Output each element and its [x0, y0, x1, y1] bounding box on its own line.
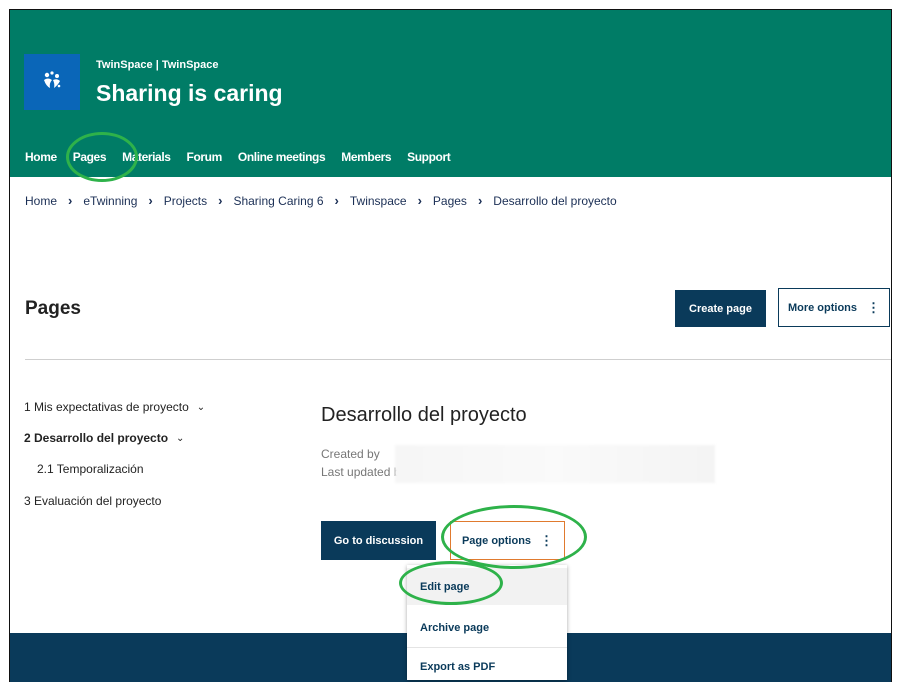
etwinning-logo-icon	[44, 71, 61, 88]
create-page-button[interactable]: Create page	[675, 290, 766, 327]
go-to-discussion-button[interactable]: Go to discussion	[321, 521, 436, 560]
tree-item-label: 2.1 Temporalización	[37, 462, 144, 476]
chevron-right-icon: ›	[477, 193, 483, 208]
edit-page-menu-item[interactable]: Edit page	[407, 568, 567, 605]
etwinning-logo[interactable]	[24, 54, 80, 110]
page-title: Pages	[25, 298, 81, 319]
export-pdf-menu-item[interactable]: Export as PDF	[407, 648, 567, 682]
site-header: TwinSpace | TwinSpace Sharing is caring …	[10, 10, 891, 177]
more-options-button[interactable]: More options ⋮	[778, 288, 890, 327]
chevron-right-icon: ›	[148, 193, 153, 208]
nav-item-materials[interactable]: Materials	[114, 150, 178, 164]
breadcrumb-projects[interactable]: Projects	[164, 194, 207, 208]
breadcrumb: Home › eTwinning › Projects › Sharing Ca…	[25, 193, 617, 208]
breadcrumb-pages[interactable]: Pages	[433, 194, 467, 208]
main-nav: Home Pages Materials Forum Online meetin…	[10, 147, 458, 167]
created-by-label: Created by	[321, 447, 380, 461]
chevron-down-icon[interactable]: ⌄	[197, 402, 205, 413]
app-window: TwinSpace | TwinSpace Sharing is caring …	[9, 9, 892, 682]
breadcrumb-project[interactable]: Sharing Caring 6	[233, 194, 323, 208]
nav-item-forum[interactable]: Forum	[179, 150, 230, 164]
last-updated-label: Last updated by	[321, 465, 407, 479]
nav-item-support[interactable]: Support	[399, 150, 458, 164]
section-divider	[25, 359, 891, 360]
breadcrumb-current: Desarrollo del proyecto	[493, 193, 617, 208]
chevron-right-icon: ›	[218, 193, 223, 208]
tree-item-label: 3 Evaluación del proyecto	[24, 494, 162, 508]
breadcrumb-twinspace[interactable]: Twinspace	[350, 194, 407, 208]
tree-item-evaluacion[interactable]: 3 Evaluación del proyecto	[24, 494, 161, 508]
tree-item-label: 1 Mis expectativas de proyecto	[24, 400, 189, 414]
tree-item-desarrollo[interactable]: 2 Desarrollo del proyecto ⌄	[24, 431, 184, 445]
chevron-down-icon[interactable]: ⌄	[176, 433, 184, 444]
page-options-button[interactable]: Page options ⋮	[450, 521, 565, 560]
nav-item-home[interactable]: Home	[10, 150, 65, 164]
tree-item-temporalizacion[interactable]: 2.1 Temporalización	[37, 462, 144, 476]
chevron-right-icon: ›	[68, 193, 73, 208]
nav-item-online-meetings[interactable]: Online meetings	[230, 150, 333, 164]
space-subtitle: TwinSpace | TwinSpace	[96, 59, 219, 71]
page-options-label: Page options	[461, 534, 532, 547]
nav-item-pages[interactable]: Pages	[65, 150, 114, 164]
breadcrumb-etwinning[interactable]: eTwinning	[83, 194, 137, 208]
tree-item-label: 2 Desarrollo del proyecto	[24, 431, 169, 445]
archive-page-menu-item[interactable]: Archive page	[407, 609, 567, 646]
nav-item-members[interactable]: Members	[333, 150, 399, 164]
kebab-icon: ⋮	[867, 299, 881, 315]
breadcrumb-home[interactable]: Home	[25, 194, 57, 208]
chevron-right-icon: ›	[334, 193, 339, 208]
chevron-right-icon: ›	[417, 193, 422, 208]
tree-item-expectativas[interactable]: 1 Mis expectativas de proyecto ⌄	[24, 400, 205, 414]
page-options-menu: Edit page Archive page Export as PDF	[407, 565, 567, 680]
space-title: Sharing is caring	[96, 80, 283, 106]
document-title: Desarrollo del proyecto	[321, 404, 527, 426]
kebab-icon: ⋮	[540, 532, 554, 548]
redacted-author-info	[395, 445, 715, 483]
more-options-label: More options	[787, 301, 858, 314]
